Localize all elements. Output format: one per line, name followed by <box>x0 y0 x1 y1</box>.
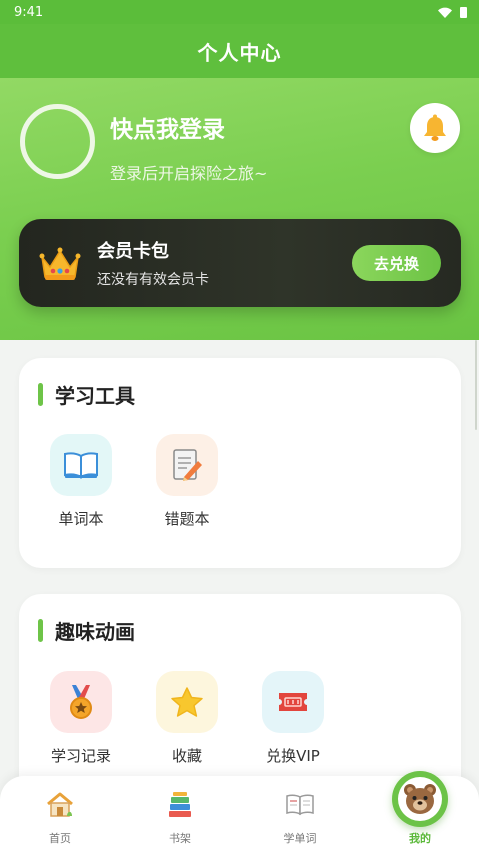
avatar[interactable] <box>20 104 95 179</box>
notification-button[interactable] <box>410 103 460 153</box>
section-accent-bar <box>38 619 43 642</box>
redeem-button[interactable]: 去兑换 <box>352 245 441 281</box>
section-title: 趣味动画 <box>55 620 135 644</box>
tab-home[interactable]: 首页 <box>15 790 105 846</box>
scrollbar[interactable] <box>475 340 477 430</box>
tool-label: 单词本 <box>58 510 104 528</box>
tab-label: 我的 <box>409 832 431 845</box>
tab-label: 书架 <box>169 832 191 845</box>
notepad-pencil-icon <box>156 434 218 496</box>
section-title: 学习工具 <box>55 384 135 408</box>
tool-label: 学习记录 <box>50 747 111 765</box>
star-icon <box>156 671 218 733</box>
wifi-icon <box>438 7 452 18</box>
login-prompt[interactable]: 快点我登录 <box>110 110 225 144</box>
section-accent-bar <box>38 383 43 406</box>
tool-study-record[interactable]: 学习记录 <box>29 671 133 766</box>
nav-bar: 个人中心 <box>0 24 479 78</box>
status-icons <box>438 6 467 18</box>
tool-label: 错题本 <box>164 510 210 528</box>
tab-label: 首页 <box>49 832 71 845</box>
books-icon <box>135 790 225 820</box>
vip-card-subtitle: 还没有有效会员卡 <box>97 272 209 288</box>
battery-icon <box>460 6 467 18</box>
tool-favorites[interactable]: 收藏 <box>135 671 239 766</box>
learning-tools-header: 学习工具 <box>38 380 135 409</box>
medal-icon <box>50 671 112 733</box>
bell-icon <box>424 114 446 141</box>
tab-mine-bubble[interactable] <box>392 771 448 827</box>
ticket-icon <box>262 671 324 733</box>
learning-tools-card: 学习工具 单词本 错题本 <box>19 358 461 568</box>
status-bar: 9:41 <box>0 0 479 24</box>
vip-card[interactable]: 会员卡包 还没有有效会员卡 去兑换 <box>19 219 461 307</box>
tab-learn-words[interactable]: 学单词 <box>255 790 345 846</box>
login-subtitle: 登录后开启探险之旅~ <box>110 164 268 183</box>
tool-vocabulary-book[interactable]: 单词本 <box>29 434 133 529</box>
bear-icon <box>398 777 442 821</box>
tool-label: 收藏 <box>171 747 202 765</box>
fun-animation-header: 趣味动画 <box>38 616 135 645</box>
crown-icon <box>39 247 81 280</box>
vip-card-title: 会员卡包 <box>97 241 169 262</box>
open-book-icon <box>50 434 112 496</box>
tab-label: 学单词 <box>283 832 317 845</box>
open-book-icon <box>255 790 345 820</box>
tab-bookshelf[interactable]: 书架 <box>135 790 225 846</box>
tool-label: 兑换VIP <box>266 747 320 765</box>
page-title: 个人中心 <box>197 40 282 65</box>
house-icon <box>15 790 105 820</box>
tool-mistake-book[interactable]: 错题本 <box>135 434 239 529</box>
status-time: 9:41 <box>14 4 44 20</box>
tool-redeem-vip[interactable]: 兑换VIP <box>241 671 345 766</box>
